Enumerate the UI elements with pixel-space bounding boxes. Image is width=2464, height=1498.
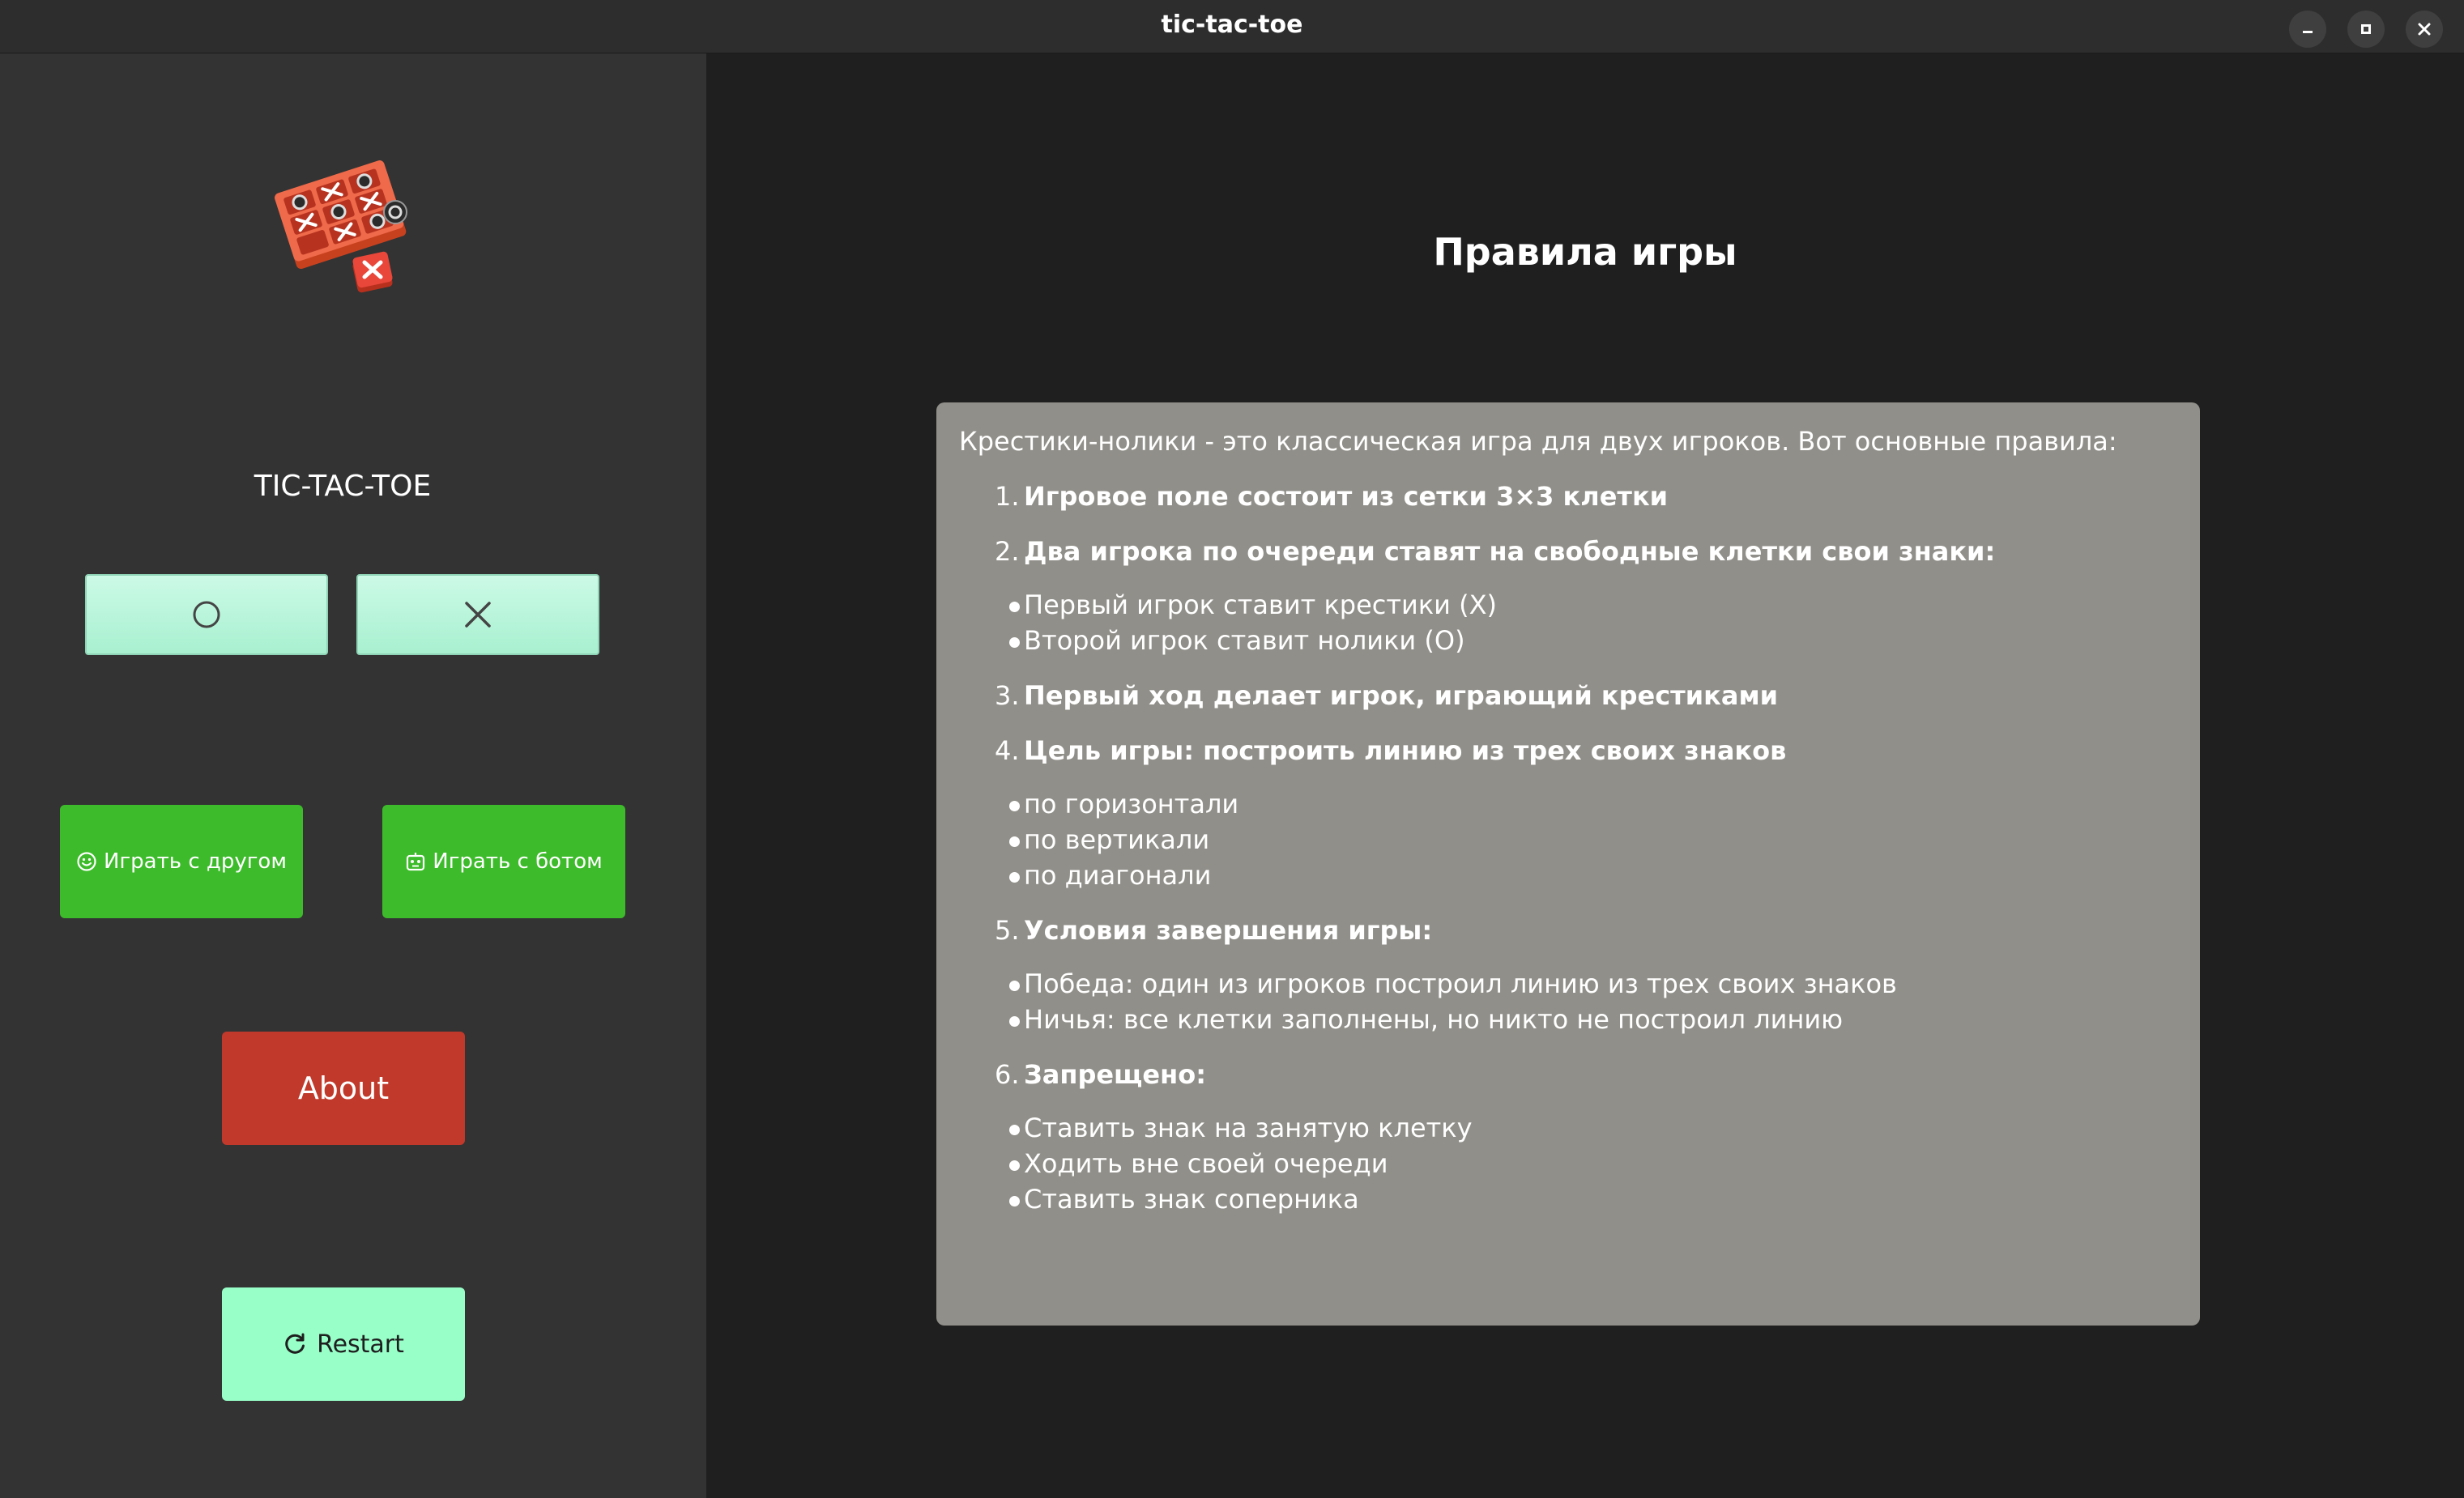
rule-bullets: Первый игрок ставит крестики (X) Второй … bbox=[959, 587, 2177, 658]
choose-x-button[interactable] bbox=[356, 574, 599, 655]
rule-item: 3. Первый ход делает игрок, играющий кре… bbox=[959, 679, 2177, 712]
rule-bullets: Ставить знак на занятую клетку Ходить вн… bbox=[959, 1110, 2177, 1217]
about-label: About bbox=[297, 1070, 390, 1106]
rule-text: Условия завершения игры: bbox=[1024, 915, 1433, 946]
play-with-friend-label: Играть с другом bbox=[104, 849, 287, 874]
restart-label: Restart bbox=[317, 1330, 404, 1359]
about-button[interactable]: About bbox=[222, 1032, 465, 1145]
rule-number: 3. bbox=[995, 680, 1020, 711]
maximize-button[interactable] bbox=[2347, 11, 2385, 48]
smile-icon bbox=[77, 852, 96, 871]
rule-item: 1. Игровое поле состоит из сетки 3×3 кле… bbox=[959, 480, 2177, 513]
rule-item: 2. Два игрока по очереди ставят на свобо… bbox=[959, 535, 2177, 568]
rule-text: Запрещено: bbox=[1024, 1059, 1207, 1090]
bullet-item: Ставить знак на занятую клетку bbox=[959, 1110, 2177, 1146]
rule-number: 4. bbox=[995, 735, 1020, 766]
rule-number: 5. bbox=[995, 915, 1020, 946]
robot-icon bbox=[407, 853, 425, 871]
bullet-item: Первый игрок ставит крестики (X) bbox=[959, 587, 2177, 623]
rule-item: 5. Условия завершения игры: bbox=[959, 914, 2177, 947]
bullet-item: Победа: один из игроков построил линию и… bbox=[959, 966, 2177, 1002]
minimize-icon bbox=[2303, 31, 2313, 33]
bullet-item: по горизонтали bbox=[959, 786, 2177, 822]
bullet-item: Ходить вне своей очереди bbox=[959, 1146, 2177, 1181]
cross-icon bbox=[465, 602, 491, 628]
play-with-bot-label: Играть с ботом bbox=[433, 849, 603, 874]
bullet-item: Ничья: все клетки заполнены, но никто не… bbox=[959, 1002, 2177, 1037]
choose-o-button[interactable] bbox=[85, 574, 328, 655]
app-name: TIC-TAC-TOE bbox=[254, 470, 432, 503]
rule-bullets: по горизонтали по вертикали по диагонали bbox=[959, 786, 2177, 893]
play-with-friend-button[interactable]: Играть с другом bbox=[60, 805, 303, 918]
window-title: tic-tac-toe bbox=[1161, 11, 1303, 39]
rules-intro: Крестики-нолики - это классическая игра … bbox=[959, 426, 2117, 457]
rules-title: Правила игры bbox=[1433, 230, 1737, 274]
app-window: tic-tac-toe TIC-TAC-TOE Играть с другом … bbox=[0, 0, 2464, 1498]
tic-tac-toe-logo bbox=[275, 160, 407, 293]
title-bar: tic-tac-toe bbox=[0, 0, 2464, 53]
refresh-icon bbox=[285, 1333, 305, 1354]
rule-number: 6. bbox=[995, 1059, 1020, 1090]
sidebar: TIC-TAC-TOE Играть с другом Играть с бот… bbox=[0, 53, 706, 1498]
bullet-item: Второй игрок ставит нолики (O) bbox=[959, 623, 2177, 658]
bullet-item: по вертикали bbox=[959, 822, 2177, 858]
rule-text: Цель игры: построить линию из трех своих… bbox=[1024, 735, 1787, 766]
minimize-button[interactable] bbox=[2289, 11, 2326, 48]
rules-panel: Крестики-нолики - это классическая игра … bbox=[936, 402, 2200, 1326]
rule-number: 1. bbox=[995, 481, 1020, 512]
rule-text: Игровое поле состоит из сетки 3×3 клетки bbox=[1024, 481, 1669, 512]
restart-button[interactable]: Restart bbox=[222, 1287, 465, 1401]
rule-text: Первый ход делает игрок, играющий крести… bbox=[1024, 680, 1779, 711]
bullet-item: по диагонали bbox=[959, 858, 2177, 893]
rule-item: 4. Цель игры: построить линию из трех св… bbox=[959, 734, 2177, 767]
play-with-bot-button[interactable]: Играть с ботом bbox=[382, 805, 625, 918]
close-icon bbox=[2418, 23, 2431, 36]
rule-number: 2. bbox=[995, 536, 1020, 567]
circle-icon bbox=[193, 601, 220, 628]
bullet-item: Ставить знак соперника bbox=[959, 1181, 2177, 1217]
rule-text: Два игрока по очереди ставят на свободны… bbox=[1024, 536, 1996, 567]
maximize-icon bbox=[2361, 24, 2371, 34]
rule-bullets: Победа: один из игроков построил линию и… bbox=[959, 966, 2177, 1037]
close-button[interactable] bbox=[2406, 11, 2443, 48]
rule-item: 6. Запрещено: bbox=[959, 1058, 2177, 1091]
